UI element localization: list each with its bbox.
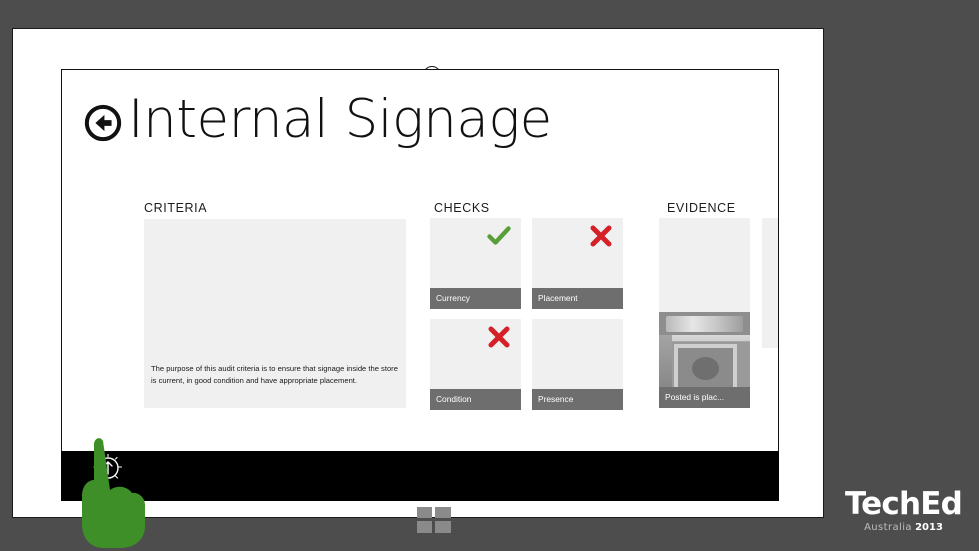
teched-title: TechEd	[844, 486, 963, 522]
teched-subtitle: Australia 2013	[841, 521, 966, 534]
screenshot-root: Internal Signage CRITERIA CHECKS EVIDENC…	[0, 0, 979, 551]
check-tile-label: Presence	[532, 389, 623, 410]
evidence-tile-label: Posted is plac...	[659, 387, 750, 408]
red-cross-icon	[590, 225, 612, 247]
check-tile-placement[interactable]: Placement	[532, 218, 623, 309]
evidence-tile-2[interactable]: Posted is plac...	[659, 312, 750, 408]
check-tile-currency[interactable]: Currency	[430, 218, 521, 309]
criteria-description: The purpose of this audit criteria is to…	[151, 364, 398, 385]
submit-button[interactable]: Submit	[81, 453, 135, 500]
page-header: Internal Signage	[84, 92, 552, 148]
column-heading-evidence: EVIDENCE	[667, 201, 736, 215]
tablet-device: Internal Signage CRITERIA CHECKS EVIDENC…	[12, 28, 824, 533]
check-tile-condition[interactable]: Condition	[430, 319, 521, 410]
column-heading-criteria: CRITERIA	[144, 201, 208, 215]
check-tile-presence[interactable]: Presence	[532, 319, 623, 410]
teched-logo: TechEd Australia 2013	[841, 489, 966, 537]
back-button[interactable]	[84, 104, 122, 142]
circled-back-arrow-icon	[84, 104, 122, 142]
red-cross-icon	[488, 326, 510, 348]
check-tile-label: Placement	[532, 288, 623, 309]
app-bar: Submit	[61, 451, 779, 501]
teched-year: 2013	[915, 522, 943, 533]
evidence-tile-3-partial[interactable]	[762, 218, 778, 348]
criteria-panel: The purpose of this audit criteria is to…	[144, 219, 406, 408]
teched-location: Australia	[864, 522, 912, 533]
column-heading-checks: CHECKS	[434, 201, 490, 215]
green-check-icon	[487, 226, 511, 245]
app-page: Internal Signage CRITERIA CHECKS EVIDENC…	[61, 69, 779, 462]
submit-button-label: Submit	[94, 490, 122, 500]
windows-logo-icon[interactable]	[417, 507, 451, 533]
page-title: Internal Signage	[128, 89, 552, 150]
check-tile-label: Currency	[430, 288, 521, 309]
check-tile-label: Condition	[430, 389, 521, 410]
submit-circle-icon	[93, 453, 123, 479]
